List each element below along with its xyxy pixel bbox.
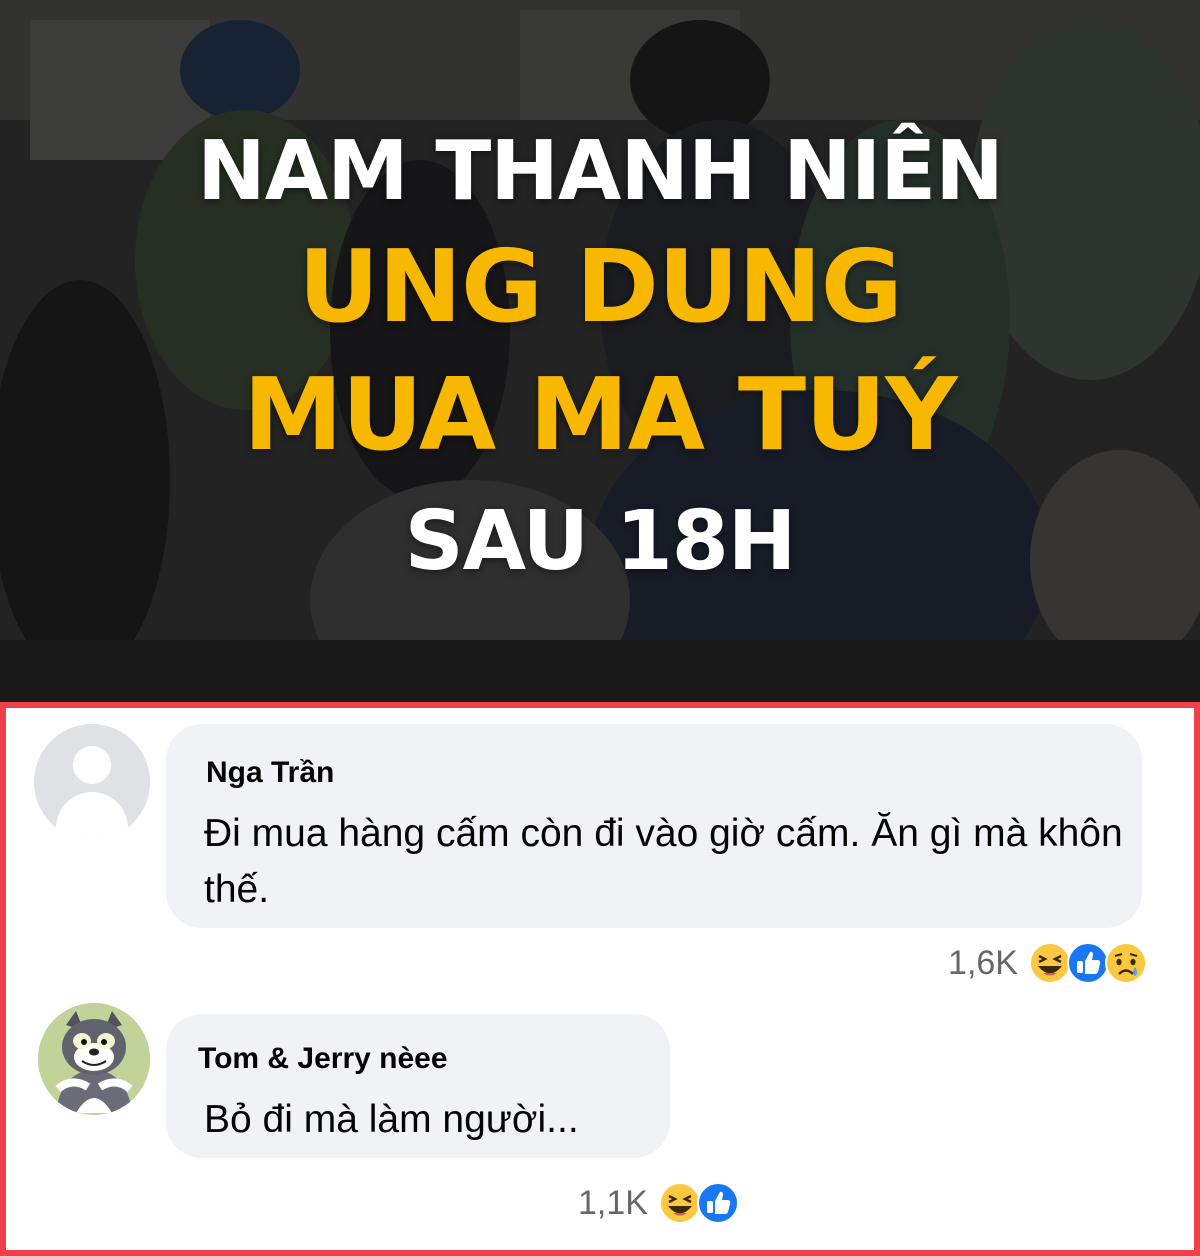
news-photo-banner: NAM THANH NIÊN UNG DUNG MUA MA TUÝ SAU 1… bbox=[0, 0, 1200, 702]
sad-icon bbox=[1105, 942, 1147, 984]
comment-author[interactable]: Tom & Jerry nèee bbox=[198, 1042, 448, 1076]
comment-bubble: Nga Trần Đi mua hàng cấm còn đi vào giờ … bbox=[166, 724, 1142, 928]
cat-icon bbox=[38, 1003, 150, 1115]
comments-panel: Nga Trần Đi mua hàng cấm còn đi vào giờ … bbox=[0, 702, 1200, 1256]
headline-line-3: MUA MA TUÝ bbox=[243, 356, 957, 473]
headline-line-4: SAU 18H bbox=[404, 494, 797, 589]
avatar-head-shape bbox=[73, 746, 111, 784]
default-avatar-icon[interactable] bbox=[34, 724, 150, 840]
photo-dim-overlay bbox=[0, 0, 1200, 702]
reaction-count: 1,6K bbox=[948, 943, 1018, 982]
headline-line-1: NAM THANH NIÊN bbox=[197, 124, 1004, 219]
comment-text: Đi mua hàng cấm còn đi vào giờ cấm. Ăn g… bbox=[204, 812, 1123, 911]
reaction-summary[interactable]: 1,6K bbox=[948, 938, 1148, 988]
comment-author[interactable]: Nga Trần bbox=[206, 756, 334, 790]
reaction-count: 1,1K bbox=[578, 1183, 648, 1222]
comment-text: Bỏ đi mà làm người... bbox=[204, 1098, 579, 1141]
cartoon-cat-avatar[interactable] bbox=[38, 1003, 150, 1115]
avatar-body-shape bbox=[56, 792, 128, 840]
comment-bubble: Tom & Jerry nèee Bỏ đi mà làm người... bbox=[166, 1014, 670, 1158]
like-icon bbox=[696, 1182, 739, 1224]
headline-line-2: UNG DUNG bbox=[298, 228, 903, 345]
reaction-summary[interactable]: 1,1K bbox=[578, 1178, 740, 1228]
